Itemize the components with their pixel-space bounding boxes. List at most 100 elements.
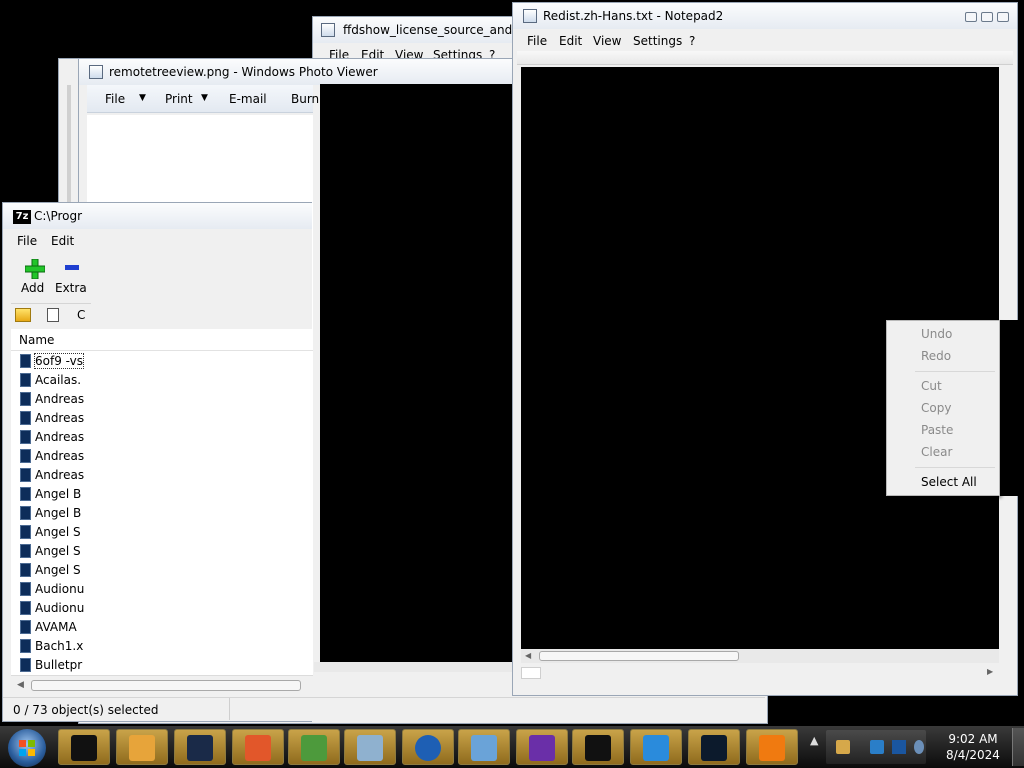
file-row[interactable]: Acailas.	[18, 371, 81, 390]
scroll-thumb[interactable]	[31, 680, 301, 691]
file-row[interactable]: Andreas	[18, 409, 84, 428]
file-icon	[20, 506, 31, 520]
address-text[interactable]: C	[77, 308, 85, 322]
taskbar-app-button[interactable]	[288, 729, 340, 765]
file-row[interactable]: Angel B	[18, 485, 81, 504]
chevron-down-icon[interactable]: ▼	[139, 93, 146, 103]
minimize-button[interactable]	[965, 12, 977, 22]
file-row[interactable]: 6of9 -vs	[18, 352, 85, 371]
drive-icon	[47, 308, 59, 322]
menu-edit[interactable]: Edit	[51, 234, 74, 248]
menu-file[interactable]: File	[527, 34, 547, 48]
photo-viewer-title: remotetreeview.png - Windows Photo Viewe…	[109, 65, 378, 79]
taskbar-app-button[interactable]	[458, 729, 510, 765]
7zip-hscroll[interactable]: ◀	[11, 675, 313, 695]
context-cut[interactable]: Cut	[921, 379, 942, 393]
7zip-titlebar[interactable]: 7z C:\Progr	[3, 203, 312, 229]
file-row[interactable]: Angel B	[18, 504, 82, 523]
visual-studio-icon	[529, 735, 555, 761]
file-row[interactable]: Angel S	[18, 542, 81, 561]
add-button[interactable]: Add	[17, 255, 57, 299]
file-name: 6of9 -vs	[33, 353, 85, 369]
menu-view[interactable]: View	[593, 34, 621, 48]
taskbar-app-button[interactable]	[174, 729, 226, 765]
clock[interactable]: 9:02 AM 8/4/2024	[938, 732, 1008, 764]
tray-display-icon[interactable]	[892, 740, 906, 754]
show-hidden-icons[interactable]: ▲	[810, 734, 822, 758]
context-redo[interactable]: Redo	[921, 349, 951, 363]
tray-volume-icon[interactable]	[914, 740, 924, 754]
file-row[interactable]: Andreas	[18, 447, 84, 466]
file-icon	[20, 544, 31, 558]
scroll-left-arrow[interactable]: ◀	[17, 680, 24, 690]
taskbar-app-button[interactable]	[116, 729, 168, 765]
taskbar-app-button[interactable]	[516, 729, 568, 765]
notepad2-lower-scroll[interactable]: ▶	[517, 665, 997, 681]
photo-email-menu[interactable]: E-mail	[229, 92, 267, 106]
column-name-label: Name	[19, 333, 55, 347]
taskbar-app-button[interactable]	[344, 729, 396, 765]
file-row[interactable]: Bach1.x	[18, 637, 83, 656]
notepad2-titlebar[interactable]: Redist.zh-Hans.txt - Notepad2	[513, 3, 1017, 29]
scroll-thumb[interactable]	[521, 667, 541, 679]
file-row[interactable]: Andreas	[18, 466, 84, 485]
media-player-icon	[129, 735, 155, 761]
tray-app-icon[interactable]	[836, 740, 850, 754]
taskbar-app-button[interactable]	[572, 729, 624, 765]
close-button[interactable]	[997, 12, 1009, 22]
file-row[interactable]: Audionu	[18, 599, 84, 618]
maximize-button[interactable]	[981, 12, 993, 22]
taskbar-app-button[interactable]	[232, 729, 284, 765]
menu-help[interactable]: ?	[689, 34, 695, 48]
file-icon	[20, 620, 31, 634]
scroll-right-arrow[interactable]: ▶	[987, 667, 993, 676]
show-desktop-button[interactable]	[1012, 728, 1024, 766]
window-edge	[67, 85, 71, 205]
file-row[interactable]: AVAMA	[18, 618, 78, 637]
context-clear[interactable]: Clear	[921, 445, 952, 459]
file-row[interactable]: Andreas	[18, 390, 84, 409]
menu-file[interactable]: File	[17, 234, 37, 248]
file-icon	[20, 430, 31, 444]
context-undo[interactable]: Undo	[921, 327, 952, 341]
menu-separator	[915, 467, 995, 468]
file-icon	[20, 449, 31, 463]
notepad-icon	[321, 23, 335, 37]
tray-network-icon[interactable]	[870, 740, 884, 754]
menu-edit[interactable]: Edit	[559, 34, 582, 48]
file-icon	[20, 563, 31, 577]
context-copy[interactable]: Copy	[921, 401, 951, 415]
column-header-name[interactable]: Name	[11, 329, 313, 351]
ffdshow-text-area[interactable]	[320, 84, 514, 662]
extract-button[interactable]: Extra	[55, 255, 87, 299]
extract-label: Extra	[55, 281, 87, 295]
photo-print-menu[interactable]: Print	[165, 92, 193, 106]
menu-settings[interactable]: Settings	[633, 34, 682, 48]
scroll-thumb[interactable]	[539, 651, 739, 661]
file-name: Angel S	[35, 525, 81, 539]
file-icon	[20, 487, 31, 501]
chevron-down-icon[interactable]: ▼	[201, 93, 208, 103]
taskbar-app-button[interactable]	[402, 729, 454, 765]
photo-file-menu[interactable]: File	[105, 92, 125, 106]
file-row[interactable]: Andreas	[18, 428, 84, 447]
taskbar-app-button[interactable]	[58, 729, 110, 765]
file-row[interactable]: Angel S	[18, 561, 81, 580]
taskbar-app-button[interactable]	[688, 729, 740, 765]
taskbar-app-button[interactable]	[746, 729, 798, 765]
file-row[interactable]: Audionu	[18, 580, 84, 599]
ffdshow-titlebar[interactable]: ffdshow_license_source_and_cre	[313, 17, 521, 43]
notepad2-hscroll[interactable]: ◀	[521, 649, 999, 663]
folder-up-icon[interactable]	[15, 308, 31, 322]
scroll-left-arrow[interactable]: ◀	[525, 651, 531, 660]
file-name: Angel B	[35, 506, 82, 520]
context-select-all[interactable]: Select All	[921, 475, 977, 489]
taskbar-app-button[interactable]	[630, 729, 682, 765]
start-button[interactable]	[8, 729, 46, 767]
context-paste[interactable]: Paste	[921, 423, 953, 437]
photo-burn-menu[interactable]: Burn	[291, 92, 319, 106]
file-row[interactable]: Angel S	[18, 523, 81, 542]
vlc-icon	[759, 735, 785, 761]
file-row[interactable]: Bulletpr	[18, 656, 82, 675]
menu-separator	[915, 371, 995, 372]
